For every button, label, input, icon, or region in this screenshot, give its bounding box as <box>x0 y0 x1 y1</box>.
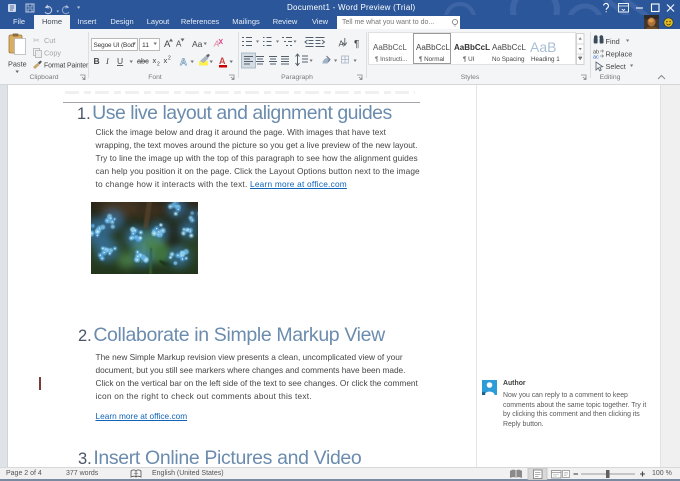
svg-text:¶ Instructi...: ¶ Instructi... <box>375 56 408 63</box>
svg-text:A: A <box>219 56 226 66</box>
svg-text:x: x <box>164 56 168 65</box>
svg-text:Select: Select <box>606 62 626 71</box>
svg-text:Heading 1: Heading 1 <box>531 56 560 63</box>
svg-text:AaBbCcL: AaBbCcL <box>373 43 407 52</box>
svg-text:¶ Normal: ¶ Normal <box>419 56 444 63</box>
svg-text:Replace: Replace <box>606 50 633 59</box>
svg-text:A: A <box>213 39 220 49</box>
svg-text:I: I <box>105 56 110 66</box>
svg-text:Copy: Copy <box>44 49 61 58</box>
svg-text:Aa: Aa <box>192 39 203 49</box>
svg-text:¶: ¶ <box>354 39 359 50</box>
svg-text:A: A <box>176 40 182 49</box>
svg-text:AaBbCcL: AaBbCcL <box>454 43 490 52</box>
svg-text:Segoe UI (Bod: Segoe UI (Bod <box>94 42 135 49</box>
svg-text:abc: abc <box>137 57 149 66</box>
svg-text:Paste: Paste <box>8 60 27 69</box>
svg-text:B: B <box>94 56 100 66</box>
svg-text:2: 2 <box>168 56 171 62</box>
svg-text:U: U <box>117 56 123 66</box>
svg-text:11: 11 <box>142 42 149 49</box>
svg-text:¶ UI: ¶ UI <box>463 56 475 63</box>
svg-text:A: A <box>180 57 187 68</box>
svg-text:Find: Find <box>606 37 620 46</box>
svg-text:2: 2 <box>157 62 160 68</box>
svg-text:AaBbCcL: AaBbCcL <box>416 43 450 52</box>
svg-text:ac: ac <box>593 55 599 61</box>
svg-text:Cut: Cut <box>44 36 55 45</box>
svg-text:✂: ✂ <box>33 36 40 45</box>
svg-text:Format Painter: Format Painter <box>44 63 89 70</box>
svg-text:x: x <box>153 56 157 65</box>
svg-text:AaB: AaB <box>530 39 556 55</box>
svg-text:No Spacing: No Spacing <box>492 56 525 63</box>
svg-text:AaBbCcL: AaBbCcL <box>492 43 526 52</box>
